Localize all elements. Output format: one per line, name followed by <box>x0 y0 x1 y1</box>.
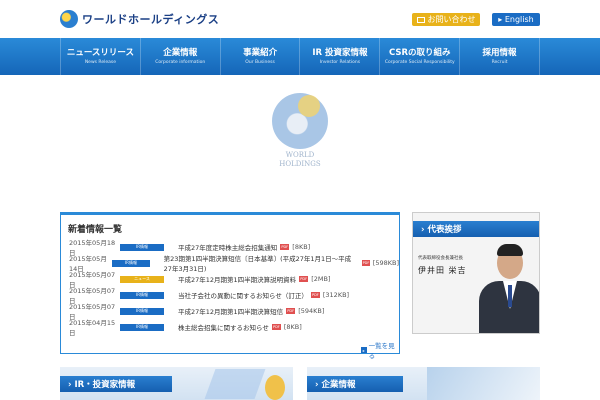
nav-sublabel: Corporate Social Responsibility <box>384 59 455 65</box>
news-item[interactable]: 2015年05月14日 IR情報 第23期第1四半期決算短信〔日本基準〕(平成2… <box>69 255 399 273</box>
news-more-link[interactable]: ▸ 一覧を見る <box>361 340 399 360</box>
ceo-portrait-hair <box>497 244 523 256</box>
ceo-message-card[interactable]: › 代表挨拶 代表取締役会長兼社長 伊井田 栄吉 <box>412 212 540 334</box>
ceo-role: 代表取締役会長兼社長 <box>418 256 463 261</box>
corporate-banner-photo <box>427 367 540 400</box>
contact-button[interactable]: お問い合わせ <box>412 13 480 26</box>
pdf-icon: PDF <box>310 292 320 298</box>
nav-item-recruit[interactable]: 採用情報 Recruit <box>459 38 540 75</box>
news-item[interactable]: 2015年05月07日 ニュース 平成27年12月期第1四半期決算説明資料 PD… <box>69 271 331 289</box>
pdf-icon: PDF <box>280 244 290 250</box>
hero-wordmark-line2: HOLDINGS <box>279 160 321 168</box>
news-date: 2015年04月15日 <box>69 319 116 337</box>
nav-label: CSRの取り組み <box>388 47 451 58</box>
nav-label: 採用情報 <box>482 47 517 58</box>
site-logo[interactable]: ワールドホールディングス <box>60 8 219 30</box>
ceo-portrait-tie <box>508 285 512 307</box>
nav-label: 事業紹介 <box>243 47 278 58</box>
news-tag: IR情報 <box>120 307 164 315</box>
news-item[interactable]: 2015年04月15日 IR情報 株主総会招集に関するお知らせ PDF [8KB… <box>69 319 302 337</box>
nav-label: 企業情報 <box>163 47 198 58</box>
news-file-size: [598KB] <box>372 259 399 267</box>
news-item[interactable]: 2015年05月18日 IR情報 平成27年度定時株主総会招集通知 PDF [8… <box>69 239 311 257</box>
mail-icon <box>416 16 425 23</box>
news-panel: 新着情報一覧 2015年05月18日 IR情報 平成27年度定時株主総会招集通知… <box>60 212 400 360</box>
nav-item-corporate[interactable]: 企業情報 Corporate information <box>139 38 220 75</box>
english-button[interactable]: ▸ English <box>492 13 540 26</box>
ir-banner-chart-graphic <box>204 369 266 399</box>
news-title-link[interactable]: 第23期第1四半期決算短信〔日本基準〕(平成27年1月1日～平成27年3月31日… <box>164 253 359 273</box>
news-heading: 新着情報一覧 <box>68 225 123 235</box>
pdf-icon: PDF <box>362 260 370 266</box>
news-title-link[interactable]: 平成27年度定時株主総会招集通知 <box>178 242 277 252</box>
global-nav: ニュースリリース News Release 企業情報 Corporate inf… <box>0 38 600 75</box>
corporate-banner-label: › 企業情報 <box>307 376 403 392</box>
pdf-icon: PDF <box>299 276 309 282</box>
news-tag: IR情報 <box>112 259 150 267</box>
hero-wordmark-line1: WORLD <box>285 151 315 159</box>
nav-item-business[interactable]: 事業紹介 Our Business <box>219 38 300 75</box>
hero-logo: WORLD HOLDINGS <box>268 93 332 183</box>
nav-item-news-release[interactable]: ニュースリリース News Release <box>60 38 140 75</box>
news-tag: IR情報 <box>120 291 164 299</box>
news-title-link[interactable]: 株主総会招集に関するお知らせ <box>178 322 269 332</box>
site-header: ワールドホールディングス お問い合わせ ▸ English <box>0 0 600 38</box>
arrow-right-icon: ▸ <box>361 347 367 353</box>
nav-sublabel: Recruit <box>491 59 508 65</box>
news-title-link[interactable]: 当社子会社の異動に関するお知らせ（訂正） <box>178 290 308 300</box>
news-file-size: [8KB] <box>283 323 302 331</box>
news-more-label: 一覧を見る <box>368 342 395 360</box>
ir-banner-label: › IR・投資家情報 <box>60 376 172 392</box>
hero-wordmark: WORLD HOLDINGS <box>268 151 332 169</box>
nav-sublabel: News Release <box>84 59 116 65</box>
hero-swoosh-icon <box>298 95 320 117</box>
nav-label: ニュースリリース <box>66 47 134 58</box>
news-item[interactable]: 2015年05月07日 IR情報 当社子会社の異動に関するお知らせ（訂正） PD… <box>69 287 350 305</box>
news-item[interactable]: 2015年05月07日 IR情報 平成27年12月期第1四半期決算短信 PDF … <box>69 303 325 321</box>
corporate-banner[interactable]: › 企業情報 <box>307 367 540 400</box>
contact-label: お問い合わせ <box>427 15 476 24</box>
logo-text: ワールドホールディングス <box>82 13 220 26</box>
ceo-name: 伊井田 栄吉 <box>418 266 467 275</box>
news-file-size: [8KB] <box>292 243 311 251</box>
nav-item-ir[interactable]: IR 投資家情報 Investor Relations <box>299 38 379 75</box>
news-file-size: [2MB] <box>311 275 331 283</box>
ceo-message-heading: › 代表挨拶 <box>413 221 539 237</box>
news-tag: ニュース <box>120 275 164 283</box>
nav-sublabel: Investor Relations <box>319 59 361 65</box>
news-title-link[interactable]: 平成27年12月期第1四半期決算短信 <box>178 306 283 316</box>
news-file-size: [312KB] <box>322 291 350 299</box>
news-title-link[interactable]: 平成27年12月期第1四半期決算説明資料 <box>178 274 296 284</box>
logo-mark-icon <box>60 10 78 28</box>
news-tag: IR情報 <box>120 323 164 331</box>
nav-label: IR 投資家情報 <box>312 47 368 58</box>
pdf-icon: PDF <box>271 324 281 330</box>
news-tag: IR情報 <box>120 243 164 251</box>
nav-sublabel: Our Business <box>245 59 275 65</box>
ir-banner[interactable]: › IR・投資家情報 <box>60 367 293 400</box>
news-file-size: [594KB] <box>298 307 325 315</box>
ir-banner-pie-graphic <box>265 375 285 400</box>
nav-item-csr[interactable]: CSRの取り組み Corporate Social Responsibility <box>379 38 459 75</box>
nav-sublabel: Corporate information <box>155 59 206 65</box>
pdf-icon: PDF <box>286 308 296 314</box>
